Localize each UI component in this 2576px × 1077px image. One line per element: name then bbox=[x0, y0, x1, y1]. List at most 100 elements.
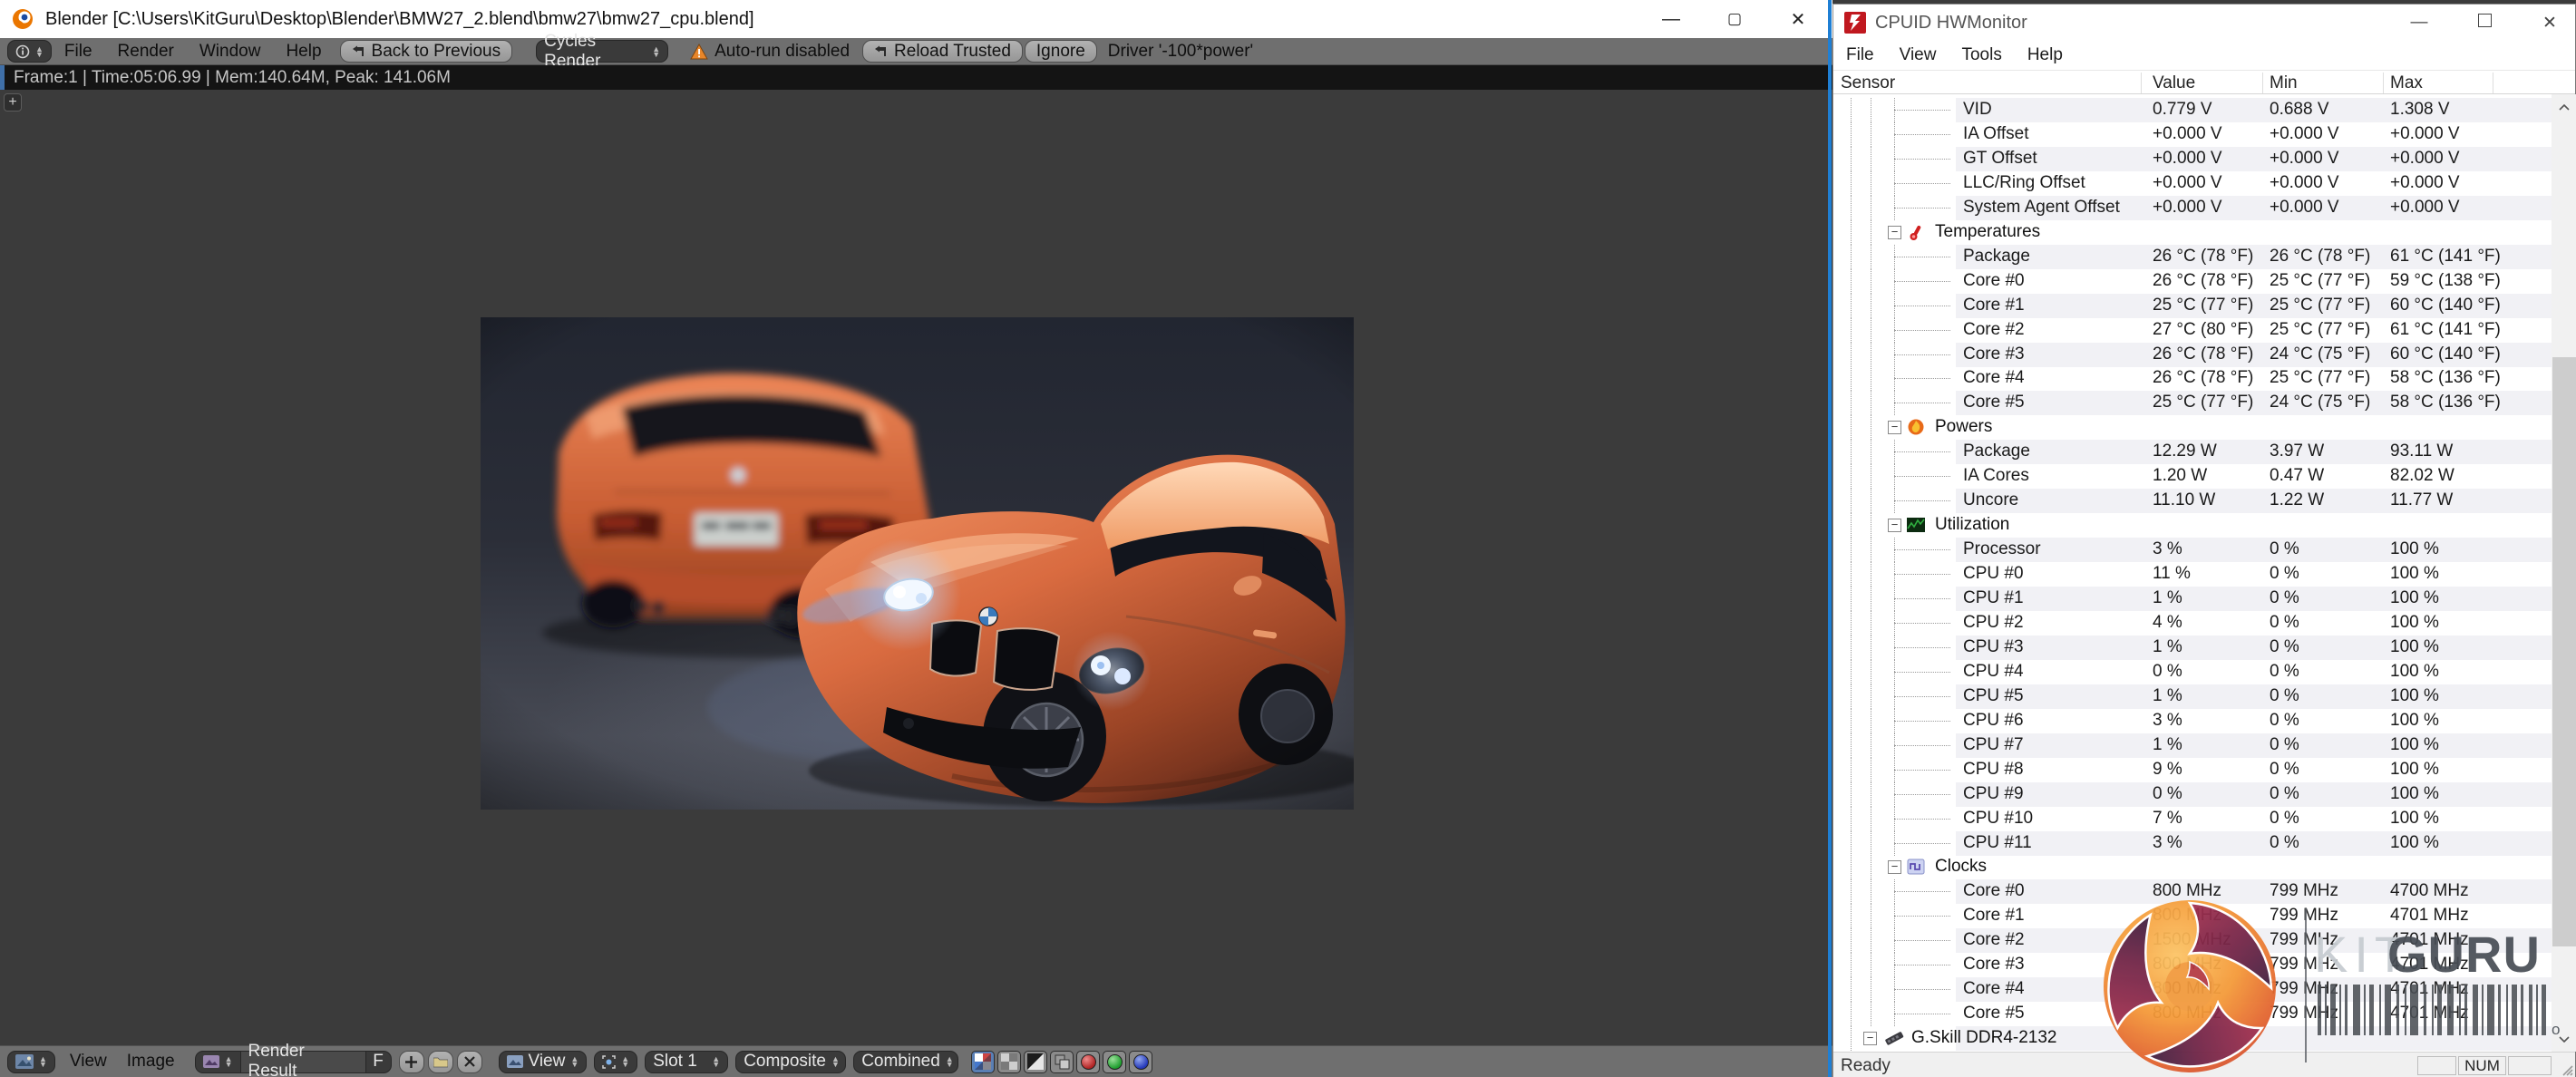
sensor-row-core-5[interactable]: Core #525 °C (77 °F)24 °C (75 °F)58 °C (… bbox=[1833, 391, 2552, 415]
section-row-g-skill-ddr4-2132[interactable]: −G.Skill DDR4-2132 bbox=[1833, 1026, 2552, 1051]
new-image-button[interactable] bbox=[399, 1051, 424, 1073]
column-sensor[interactable]: Sensor bbox=[1841, 73, 1895, 93]
menu-view[interactable]: View bbox=[1900, 45, 1937, 65]
close-icon[interactable]: ✕ bbox=[2537, 13, 2562, 34]
unlink-image-button[interactable] bbox=[457, 1051, 482, 1073]
column-value[interactable]: Value bbox=[2153, 73, 2195, 93]
zbuffer-display-toggle[interactable] bbox=[1024, 1051, 1047, 1073]
render-engine-dropdown[interactable]: Cycles Render ▲▼ bbox=[536, 40, 668, 63]
image-datablock-name[interactable]: Render Result bbox=[241, 1051, 366, 1073]
sensor-row-cpu-8[interactable]: CPU #89 %0 %100 % bbox=[1833, 758, 2552, 782]
red-channel-toggle[interactable] bbox=[1076, 1051, 1100, 1073]
sensor-row-cpu-9[interactable]: CPU #90 %0 %100 % bbox=[1833, 782, 2552, 807]
menu-window[interactable]: Window bbox=[199, 42, 261, 62]
region-expand-button[interactable]: + bbox=[4, 93, 22, 112]
close-icon[interactable]: ✕ bbox=[1780, 8, 1816, 31]
sensor-row-package[interactable]: Package26 °C (78 °F)26 °C (78 °F)61 °C (… bbox=[1833, 245, 2552, 269]
sensor-row-cpu-7[interactable]: CPU #71 %0 %100 % bbox=[1833, 733, 2552, 758]
menu-file[interactable]: File bbox=[64, 42, 92, 62]
sensor-max: 4701 MHz bbox=[2390, 906, 2469, 926]
alpha-display-toggle[interactable] bbox=[997, 1051, 1021, 1073]
sensor-row-ia-cores[interactable]: IA Cores1.20 W0.47 W82.02 W bbox=[1833, 464, 2552, 489]
editor-type-button[interactable]: ▲▼ bbox=[7, 1051, 55, 1073]
maximize-icon[interactable]: ▢ bbox=[1716, 10, 1753, 28]
sensor-row-processor[interactable]: Processor3 %0 %100 % bbox=[1833, 538, 2552, 562]
sensor-row-vid[interactable]: VID0.779 V0.688 V1.308 V bbox=[1833, 98, 2552, 122]
sensor-row-uncore[interactable]: Uncore11.10 W1.22 W11.77 W bbox=[1833, 489, 2552, 513]
sensor-row-core-3[interactable]: Core #326 °C (78 °F)24 °C (75 °F)60 °C (… bbox=[1833, 343, 2552, 367]
sensor-row-cpu-10[interactable]: CPU #107 %0 %100 % bbox=[1833, 807, 2552, 831]
sensor-row-ia-offset[interactable]: IA Offset+0.000 V+0.000 V+0.000 V bbox=[1833, 122, 2552, 147]
menu-help[interactable]: Help bbox=[286, 42, 321, 62]
sensor-row-core-2[interactable]: Core #21500 MHz799 MHz4701 MHz bbox=[1833, 928, 2552, 953]
reload-trusted-button[interactable]: Reload Trusted bbox=[862, 40, 1023, 63]
collapse-toggle[interactable]: − bbox=[1888, 519, 1901, 532]
minimize-icon[interactable]: — bbox=[2406, 13, 2432, 33]
blue-channel-toggle[interactable] bbox=[1129, 1051, 1152, 1073]
column-min[interactable]: Min bbox=[2270, 73, 2298, 93]
green-channel-toggle[interactable] bbox=[1103, 1051, 1126, 1073]
collapse-toggle[interactable]: − bbox=[1888, 860, 1901, 874]
column-max[interactable]: Max bbox=[2390, 73, 2423, 93]
section-row-utilization[interactable]: −Utilization bbox=[1833, 513, 2552, 538]
view-mode-dropdown[interactable]: View ▲▼ bbox=[499, 1051, 588, 1073]
scroll-up-icon[interactable] bbox=[2552, 94, 2576, 120]
section-row-temperatures[interactable]: −Temperatures bbox=[1833, 220, 2552, 245]
sensor-row-cpu-6[interactable]: CPU #63 %0 %100 % bbox=[1833, 709, 2552, 733]
menu-tools[interactable]: Tools bbox=[1961, 45, 2001, 65]
sensor-row-cpu-2[interactable]: CPU #24 %0 %100 % bbox=[1833, 611, 2552, 636]
collapse-toggle[interactable]: − bbox=[1863, 1032, 1877, 1045]
sensor-row-core-5[interactable]: Core #5800 MHz799 MHz4701 MHz bbox=[1833, 1002, 2552, 1026]
blender-logo-icon bbox=[11, 7, 34, 31]
layer-dropdown[interactable]: Composite▲▼ bbox=[735, 1051, 846, 1073]
scroll-down-icon[interactable] bbox=[2552, 1026, 2576, 1052]
minimize-icon[interactable]: — bbox=[1653, 9, 1689, 30]
menu-render[interactable]: Render bbox=[118, 42, 174, 62]
sensor-row-cpu-0[interactable]: CPU #011 %0 %100 % bbox=[1833, 562, 2552, 587]
sensor-row-cpu-11[interactable]: CPU #113 %0 %100 % bbox=[1833, 831, 2552, 856]
hwmonitor-titlebar[interactable]: CPUID HWMonitor — ✕ bbox=[1833, 5, 2575, 41]
footer-menu-image[interactable]: Image bbox=[127, 1052, 175, 1072]
open-image-button[interactable] bbox=[428, 1051, 453, 1073]
back-to-previous-button[interactable]: Back to Previous bbox=[340, 40, 513, 63]
pass-dropdown[interactable]: Combined▲▼ bbox=[853, 1051, 958, 1073]
copy-display-toggle[interactable] bbox=[1050, 1051, 1074, 1073]
sensor-row-cpu-4[interactable]: CPU #40 %0 %100 % bbox=[1833, 660, 2552, 684]
section-row-clocks[interactable]: −Clocks bbox=[1833, 855, 2552, 879]
sensor-row-core-0[interactable]: Core #0800 MHz799 MHz4700 MHz bbox=[1833, 879, 2552, 904]
maximize-icon[interactable] bbox=[2472, 13, 2497, 33]
sensor-row-core-0[interactable]: Core #026 °C (78 °F)25 °C (77 °F)59 °C (… bbox=[1833, 269, 2552, 294]
image-browse-button[interactable]: ▲▼ bbox=[195, 1051, 241, 1073]
slot-dropdown[interactable]: Slot 1▲▼ bbox=[645, 1051, 728, 1073]
sensor-row-core-1[interactable]: Core #125 °C (77 °F)25 °C (77 °F)60 °C (… bbox=[1833, 294, 2552, 318]
menu-help[interactable]: Help bbox=[2027, 45, 2063, 65]
collapse-toggle[interactable]: − bbox=[1888, 421, 1901, 434]
sensor-row-core-4[interactable]: Core #4800 MHz799 MHz4701 MHz bbox=[1833, 977, 2552, 1002]
ignore-button[interactable]: Ignore bbox=[1025, 40, 1097, 63]
sensor-row-core-3[interactable]: Core #3800 MHz799 MHz4701 MHz bbox=[1833, 953, 2552, 977]
sensor-row-core-4[interactable]: Core #426 °C (78 °F)25 °C (77 °F)58 °C (… bbox=[1833, 366, 2552, 391]
sensor-row-system-agent-offset[interactable]: System Agent Offset+0.000 V+0.000 V+0.00… bbox=[1833, 196, 2552, 220]
sensor-row-cpu-5[interactable]: CPU #51 %0 %100 % bbox=[1833, 684, 2552, 709]
vertical-scrollbar[interactable] bbox=[2552, 94, 2576, 1052]
resize-grip-icon[interactable] bbox=[2559, 1062, 2573, 1076]
editor-type-selector[interactable]: ▲▼ bbox=[7, 40, 52, 63]
scrollbar-thumb[interactable] bbox=[2552, 357, 2576, 946]
sensor-row-gt-offset[interactable]: GT Offset+0.000 V+0.000 V+0.000 V bbox=[1833, 147, 2552, 171]
footer-menu-view[interactable]: View bbox=[70, 1052, 107, 1072]
sensor-value: 800 MHz bbox=[2153, 1004, 2221, 1024]
sensor-row-core-1[interactable]: Core #1800 MHz799 MHz4701 MHz bbox=[1833, 904, 2552, 928]
section-row-powers[interactable]: −Powers bbox=[1833, 415, 2552, 440]
rgba-display-toggle[interactable] bbox=[971, 1051, 995, 1073]
sensor-row-cpu-1[interactable]: CPU #11 %0 %100 % bbox=[1833, 587, 2552, 611]
collapse-toggle[interactable]: − bbox=[1888, 226, 1901, 239]
sensor-row-core-2[interactable]: Core #227 °C (80 °F)25 °C (77 °F)61 °C (… bbox=[1833, 318, 2552, 343]
fake-user-button[interactable]: F bbox=[366, 1051, 392, 1073]
sensor-row-llc-ring-offset[interactable]: LLC/Ring Offset+0.000 V+0.000 V+0.000 V bbox=[1833, 171, 2552, 196]
blender-titlebar[interactable]: Blender [C:\Users\KitGuru\Desktop\Blende… bbox=[0, 0, 1832, 38]
sensor-row-cpu-3[interactable]: CPU #31 %0 %100 % bbox=[1833, 636, 2552, 660]
sensor-value: 800 MHz bbox=[2153, 979, 2221, 999]
sensor-row-package[interactable]: Package12.29 W3.97 W93.11 W bbox=[1833, 440, 2552, 464]
pivot-dropdown[interactable]: ▲▼ bbox=[594, 1051, 637, 1073]
menu-file[interactable]: File bbox=[1846, 45, 1874, 65]
